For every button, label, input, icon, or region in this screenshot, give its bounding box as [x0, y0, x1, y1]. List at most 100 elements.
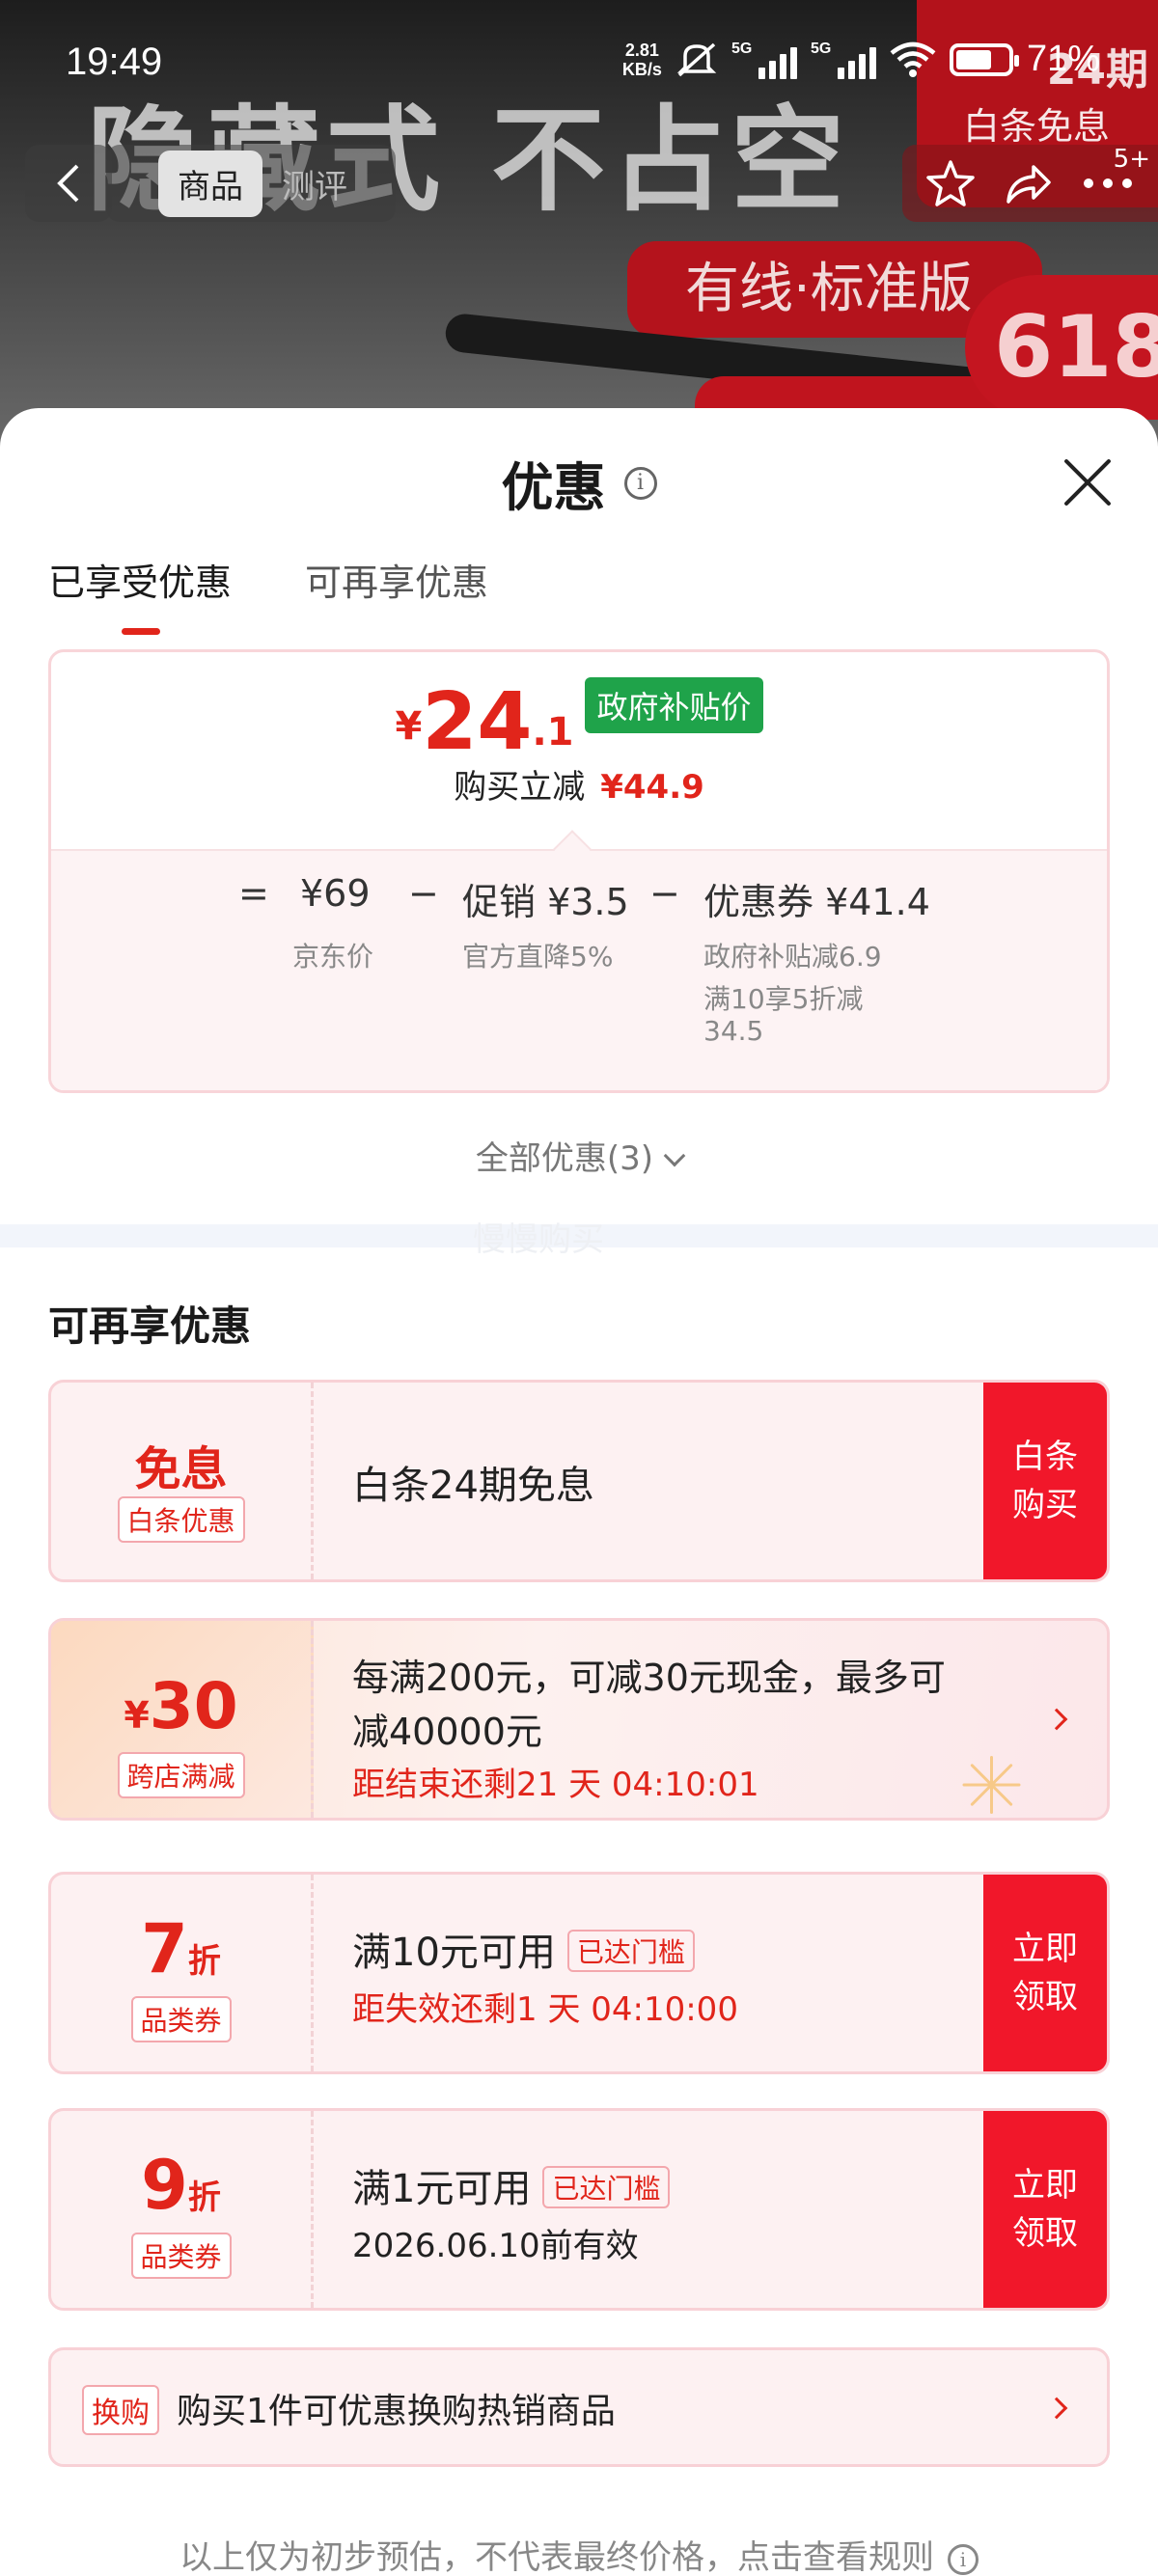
coupon-detail-2: 满10享5折减: [703, 983, 864, 1015]
price-decimal: .1: [532, 710, 574, 754]
all-discounts-label: 全部优惠(3): [475, 1139, 654, 1178]
back-button[interactable]: [25, 145, 112, 222]
more-icon[interactable]: [1081, 174, 1135, 193]
signal-gen-label: 5G: [731, 40, 753, 57]
baitiao-buy-button[interactable]: 白条购买: [983, 1383, 1107, 1579]
more-discounts-title: 可再享优惠: [48, 1302, 252, 1350]
promo-amount: 促销 ¥3.5: [462, 881, 629, 923]
tab-review[interactable]: 测评: [282, 160, 347, 207]
coupon-description-line2: 减40000元: [352, 1711, 542, 1753]
discount-tabs: 已享受优惠 可再享优惠: [48, 553, 488, 635]
coupon-value: ¥30: [51, 1669, 311, 1743]
price-summary: ¥ 24 .1 政府补贴价 购买立减 ¥44.9 = ¥69 − 促销 ¥3.5 …: [48, 649, 1110, 1093]
coupon-card-category-7[interactable]: 7折 品类券 满10元可用 已达门槛 距失效还剩1 天 04:10:00 立即领取: [48, 1872, 1110, 2074]
battery-percent: 71%: [1026, 39, 1100, 79]
jd-price-label: 京东价: [292, 941, 374, 973]
coupon-condition: 满1元可用 已达门槛: [352, 2157, 671, 2213]
reduction-amount: ¥44.9: [600, 768, 704, 807]
estimate-disclaimer[interactable]: 以上仅为初步预估，不代表最终价格，点击查看规则 i: [0, 2531, 1158, 2576]
coupon-countdown: 距结束还剩21 天 04:10:01: [352, 1766, 759, 1804]
tab-product[interactable]: 商品: [158, 150, 262, 217]
claim-coupon-button[interactable]: 立即领取: [983, 1875, 1107, 2071]
page-tabs: 商品 测评: [106, 145, 396, 222]
coupon-value-area: 9折 品类券: [51, 2111, 314, 2308]
claim-coupon-button[interactable]: 立即领取: [983, 2111, 1107, 2308]
final-price-block: ¥ 24 .1 政府补贴价 购买立减 ¥44.9: [51, 652, 1107, 849]
network-speed-value: 2.81: [624, 40, 659, 60]
share-icon[interactable]: [1003, 159, 1053, 207]
coupon-type-tag: 白条优惠: [117, 1496, 245, 1543]
threshold-reached-tag: 已达门槛: [542, 2166, 671, 2208]
chevron-down-icon: [663, 1144, 686, 1167]
formula-minus: −: [408, 872, 439, 915]
coupon-description: 白条24期免息: [352, 1464, 594, 1508]
discount-sheet: 优惠 i 已享受优惠 可再享优惠 ¥ 24 .1 政府补贴价 购买立减 ¥44.9…: [0, 408, 1158, 2576]
coupon-countdown: 距失效还剩1 天 04:10:00: [352, 1990, 738, 2029]
coupon-discount-unit: 折: [187, 1942, 221, 1981]
price-currency: ¥: [395, 704, 423, 749]
coupon-type-tag: 品类券: [130, 1996, 232, 2042]
section-divider: 慢慢购买: [0, 1220, 1158, 1259]
coupon-condition: 满10元可用 已达门槛: [352, 1921, 695, 1977]
info-icon[interactable]: i: [623, 466, 657, 500]
coupon-value-area: 7折 品类券: [51, 1875, 314, 2071]
coupon-type-tag: 跨店满减: [117, 1752, 245, 1798]
status-icons: 2.81 KB/s 5G 5G 71%: [622, 39, 1100, 80]
coupon-value: 7折: [51, 1909, 311, 1988]
back-icon: [57, 164, 79, 203]
trade-in-tag: 换购: [82, 2385, 159, 2435]
chevron-right-icon: [1045, 2397, 1068, 2420]
tab-more-discounts[interactable]: 可再享优惠: [305, 553, 488, 635]
sheet-title: 优惠: [501, 457, 606, 518]
reduction-label: 购买立减: [454, 768, 586, 807]
coupon-discount: 7: [141, 1909, 188, 1988]
price-integer: 24: [422, 676, 533, 768]
coupon-validity: 2026.06.10前有效: [352, 2227, 639, 2265]
promo-label: 官方直降5%: [462, 941, 614, 973]
sparkle-decoration: [962, 1756, 1021, 1814]
divider-watermark: 慢慢购买: [473, 1220, 604, 1259]
signal-icon: 5G: [811, 41, 876, 79]
network-speed-unit: KB/s: [621, 59, 662, 79]
coupon-discount-unit: 折: [187, 2179, 221, 2217]
info-icon[interactable]: i: [948, 2543, 979, 2575]
purchase-reduction: 购买立减 ¥44.9: [51, 760, 1107, 808]
coupon-card-cross-store[interactable]: ¥30 跨店满减 每满200元，可减30元现金，最多可 减40000元 距结束还…: [48, 1618, 1110, 1821]
trade-in-text: 购买1件可优惠换购热销商品: [177, 2392, 616, 2431]
status-bar: 19:49 2.81 KB/s 5G 5G 71%: [0, 0, 1158, 125]
coupon-condition-text: 满10元可用: [352, 1931, 556, 1975]
coupon-value: 免息: [134, 1442, 228, 1496]
trade-in-offer[interactable]: 换购 购买1件可优惠换购热销商品: [48, 2347, 1110, 2467]
mute-icon: [676, 42, 717, 76]
all-discounts-toggle[interactable]: 全部优惠(3): [0, 1132, 1158, 1179]
disclaimer-text: 以上仅为初步预估，不代表最终价格，点击查看规则: [179, 2538, 934, 2576]
star-icon[interactable]: [925, 159, 976, 207]
close-icon[interactable]: [1060, 454, 1114, 508]
coupon-discount: 9: [141, 2146, 188, 2225]
coupon-currency: ¥: [124, 1694, 150, 1737]
coupon-value: 9折: [51, 2146, 311, 2225]
coupon-type-tag: 品类券: [130, 2233, 232, 2279]
signal-icon: 5G: [731, 41, 797, 79]
threshold-reached-tag: 已达门槛: [566, 1930, 695, 1972]
coupon-condition-text: 满1元可用: [352, 2167, 532, 2211]
coupon-detail-1: 政府补贴减6.9: [703, 941, 882, 973]
gov-subsidy-tag: 政府补贴价: [585, 677, 763, 733]
coupon-card-interest-free[interactable]: 免息 白条优惠 白条24期免息 白条购买: [48, 1380, 1110, 1582]
network-speed: 2.81 KB/s: [622, 41, 662, 79]
wifi-icon: [890, 41, 936, 77]
tab-enjoyed-discounts[interactable]: 已享受优惠: [48, 553, 232, 635]
status-time: 19:49: [66, 41, 163, 83]
coupon-card-category-9[interactable]: 9折 品类券 满1元可用 已达门槛 2026.06.10前有效 立即领取: [48, 2108, 1110, 2311]
signal-gen-label: 5G: [810, 40, 832, 57]
final-price: ¥ 24 .1 政府补贴价: [51, 677, 1107, 762]
message-count-badge: 5+: [1113, 145, 1150, 174]
coupon-amount: 优惠券 ¥41.4: [703, 881, 930, 923]
chevron-right-icon: [1045, 1708, 1068, 1731]
coupon-value-area: 免息 白条优惠: [51, 1383, 314, 1579]
coupon-amount: 30: [149, 1669, 238, 1743]
formula-minus: −: [649, 872, 680, 915]
promo-618-badge: 618: [965, 275, 1158, 420]
sheet-header: 优惠 i: [0, 445, 1158, 522]
formula-equals: =: [238, 872, 269, 915]
